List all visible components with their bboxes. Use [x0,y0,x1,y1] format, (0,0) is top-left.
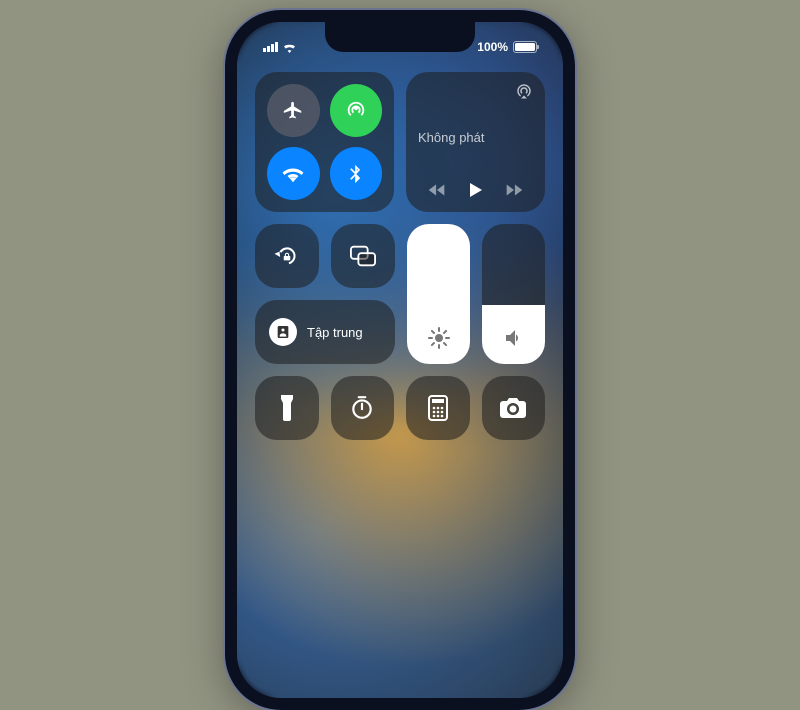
cellular-signal-icon [263,42,278,52]
airplane-icon [282,100,304,122]
control-center: Không phát [255,72,545,440]
connectivity-group[interactable] [255,72,394,212]
media-next-button[interactable] [503,179,525,201]
wifi-icon [282,42,297,53]
antenna-icon [345,100,367,122]
status-bar: 100% [237,32,563,62]
airplane-mode-toggle[interactable] [267,84,320,137]
speaker-icon [502,326,526,350]
timer-icon [349,395,375,421]
media-controls-group[interactable]: Không phát [406,72,545,212]
cellular-data-toggle[interactable] [330,84,383,137]
timer-button[interactable] [331,376,395,440]
battery-percent: 100% [477,40,508,54]
camera-button[interactable] [482,376,546,440]
id-card-icon [275,324,291,340]
media-play-button[interactable] [463,178,487,202]
volume-slider[interactable] [482,224,545,364]
rotation-lock-toggle[interactable] [255,224,319,288]
airplay-icon[interactable] [515,82,533,100]
media-title: Không phát [418,130,533,145]
battery-icon [513,41,537,53]
sun-icon [427,326,451,350]
focus-label: Tập trung [307,325,363,340]
screen: 100% [237,22,563,698]
flashlight-button[interactable] [255,376,319,440]
iphone-frame: 100% [225,10,575,710]
wifi-toggle[interactable] [267,147,320,200]
calculator-icon [428,395,448,421]
wifi-icon [282,163,304,185]
camera-icon [499,397,527,419]
media-prev-button[interactable] [426,179,448,201]
bluetooth-toggle[interactable] [330,147,383,200]
screen-mirroring-button[interactable] [331,224,395,288]
bluetooth-icon [346,164,366,184]
focus-button[interactable]: Tập trung [255,300,395,364]
rotation-lock-icon [274,243,300,269]
calculator-button[interactable] [406,376,470,440]
screen-mirroring-icon [350,245,376,267]
brightness-slider[interactable] [407,224,470,364]
focus-badge-icon [269,318,297,346]
flashlight-icon [279,395,295,421]
